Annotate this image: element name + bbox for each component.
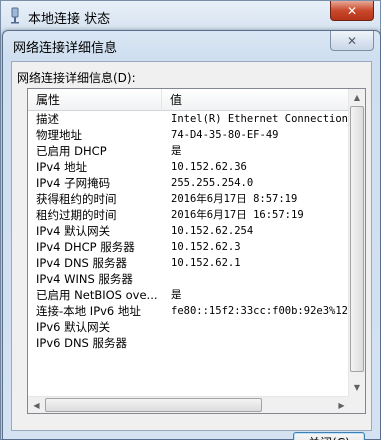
value-cell: 10.152.62.3 — [171, 241, 241, 253]
value-cell: 10.152.62.36 — [171, 161, 247, 173]
property-cell: IPv4 DNS 服务器 — [36, 256, 128, 270]
dialog-close-button[interactable]: ✕ — [330, 31, 374, 51]
property-cell: IPv4 WINS 服务器 — [36, 272, 133, 286]
table-row[interactable]: IPv4 DHCP 服务器 10.152.62.3 — [28, 239, 350, 255]
table-row[interactable]: 获得租约的时间 2016年6月17日 8:57:19 — [28, 191, 350, 207]
value-cell: 是 — [171, 289, 182, 301]
close-icon: ✕ — [346, 3, 358, 18]
vertical-scrollbar[interactable]: ▲ ▼ — [348, 89, 365, 396]
property-cell: 描述 — [36, 112, 59, 126]
listview-header: 属性 值 — [28, 89, 350, 111]
column-header-value[interactable]: 值 — [162, 89, 350, 111]
value-cell: 10.152.62.1 — [171, 257, 241, 269]
scroll-left-arrow-icon[interactable]: ◀ — [28, 397, 45, 413]
table-row[interactable]: 租约过期的时间 2016年6月17日 16:57:19 — [28, 207, 350, 223]
property-cell: 已启用 NetBIOS ove... — [36, 288, 158, 302]
vertical-scroll-thumb[interactable] — [350, 106, 364, 372]
table-row[interactable]: IPv4 DNS 服务器 10.152.62.1 — [28, 255, 350, 271]
value-cell — [162, 335, 350, 351]
value-cell: 10.152.62.254 — [171, 225, 254, 237]
property-cell: IPv4 DHCP 服务器 — [36, 240, 135, 254]
value-cell: 255.255.254.0 — [171, 177, 254, 189]
value-cell: 74-D4-35-80-EF-49 — [171, 129, 279, 141]
table-row[interactable]: 物理地址 74-D4-35-80-EF-49 — [28, 127, 350, 143]
close-button[interactable]: 关闭(C) — [293, 432, 365, 440]
details-group-label: 网络连接详细信息(D): — [17, 71, 136, 85]
scrollbar-corner — [348, 396, 365, 413]
value-cell: fe80::15f2:33cc:f00b:92e3%12 — [171, 305, 349, 317]
value-cell: 2016年6月17日 8:57:19 — [171, 193, 298, 205]
listview-body: 描述 Intel(R) Ethernet Connection I 物理地址 74-… — [28, 111, 350, 396]
property-cell: 租约过期的时间 — [36, 208, 117, 222]
horizontal-scrollbar[interactable]: ◀ ▶ — [28, 396, 350, 413]
details-listview[interactable]: 属性 值 描述 Intel(R) Ethernet Connection I 物理… — [27, 88, 366, 414]
back-window-title: 本地连接 状态 — [28, 12, 111, 27]
table-row[interactable]: 连接-本地 IPv6 地址 fe80::15f2:33cc:f00b:92e3%1… — [28, 303, 350, 319]
table-row[interactable]: IPv6 默认网关 — [28, 319, 350, 335]
table-row[interactable]: 已启用 DHCP 是 — [28, 143, 350, 159]
property-cell: IPv4 子网掩码 — [36, 176, 111, 190]
back-window-titlebar[interactable]: 本地连接 状态 ✕ — [1, 1, 380, 31]
table-row[interactable]: IPv4 默认网关 10.152.62.254 — [28, 223, 350, 239]
value-cell — [162, 271, 350, 287]
property-cell: 物理地址 — [36, 128, 82, 142]
table-row[interactable]: 已启用 NetBIOS ove... 是 — [28, 287, 350, 303]
property-cell: IPv4 默认网关 — [36, 224, 111, 238]
table-row[interactable]: 描述 Intel(R) Ethernet Connection I — [28, 111, 350, 127]
table-row[interactable]: IPv4 地址 10.152.62.36 — [28, 159, 350, 175]
table-row[interactable]: IPv4 子网掩码 255.255.254.0 — [28, 175, 350, 191]
table-row[interactable]: IPv6 DNS 服务器 — [28, 335, 350, 351]
property-cell: IPv6 默认网关 — [36, 320, 111, 334]
horizontal-scroll-thumb[interactable] — [45, 398, 262, 412]
value-cell — [162, 319, 350, 335]
dialog-title: 网络连接详细信息 — [13, 41, 118, 56]
property-cell: 获得租约的时间 — [36, 192, 117, 206]
scroll-down-arrow-icon[interactable]: ▼ — [349, 379, 365, 396]
property-cell: 已启用 DHCP — [36, 144, 107, 158]
network-connection-icon — [11, 7, 19, 24]
back-window-close-button[interactable]: ✕ — [330, 1, 374, 21]
property-cell: IPv6 DNS 服务器 — [36, 336, 128, 350]
network-details-dialog: 网络连接详细信息 ✕ 网络连接详细信息(D): 属性 值 描述 Intel(R) … — [2, 30, 381, 440]
table-row[interactable]: IPv4 WINS 服务器 — [28, 271, 350, 287]
column-header-property[interactable]: 属性 — [28, 89, 162, 111]
close-icon: ✕ — [346, 33, 358, 48]
value-cell: 是 — [171, 145, 182, 157]
property-cell: 连接-本地 IPv6 地址 — [36, 304, 141, 318]
property-cell: IPv4 地址 — [36, 160, 88, 174]
value-cell: Intel(R) Ethernet Connection I — [171, 113, 350, 125]
scroll-up-arrow-icon[interactable]: ▲ — [349, 89, 365, 106]
value-cell: 2016年6月17日 16:57:19 — [171, 209, 304, 221]
